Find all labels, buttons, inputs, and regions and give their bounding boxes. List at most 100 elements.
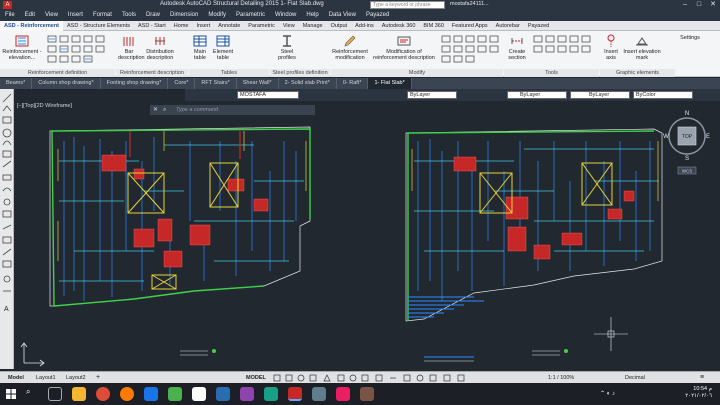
command-input[interactable]: Type a command [176,105,313,115]
close-button[interactable]: ✕ [706,0,720,10]
menu-item[interactable]: Dimension [165,10,203,21]
ribbon-tab[interactable]: ASD - Start [134,21,170,31]
drawing-canvas[interactable]: TOP N S W E WCS [14,101,720,371]
ribbon-tab[interactable]: Parametric [244,21,279,31]
file-tab[interactable]: Core* [168,78,196,89]
reinforcement-elevation-button[interactable]: Reinforcement - elevation... [2,34,42,61]
firefox-icon[interactable] [120,387,134,401]
menu-item[interactable]: Tools [117,10,141,21]
menu-item[interactable]: View [40,10,63,21]
viewcube-east[interactable]: E [706,134,710,140]
drafting-toggle-icons[interactable] [272,374,552,382]
settings-button[interactable]: Settings [676,35,704,41]
file-tab[interactable]: Column shop drawing* [32,78,101,89]
draw-tool-icons[interactable]: A [0,89,14,369]
ribbon-tab[interactable]: ASD - Structure Elements [63,21,134,31]
ribbon-group-label: Graphic elements [600,69,675,77]
reinforcement-modification-button[interactable]: Reinforcement modification [330,34,370,61]
file-tab[interactable]: 0- Raft* [337,78,369,89]
file-tab[interactable]: 2- Solid slab Print* [279,78,337,89]
section-icon [511,38,523,44]
app-logo-icon[interactable]: A [3,1,12,9]
app-icon[interactable] [192,387,206,401]
menu-item[interactable]: File [0,10,20,21]
tools-icons[interactable] [532,34,596,64]
close-icon[interactable]: ✕ [153,105,158,115]
search-icon[interactable]: ⌕ [26,387,30,397]
file-tab[interactable]: Beams* [0,78,33,89]
viewcube-top[interactable]: TOP [682,134,693,140]
file-tab-active[interactable]: 1- Flat Slab* [368,78,412,89]
insert-axis-button[interactable]: Insert axis [600,34,622,61]
element-table-button[interactable]: Element table [211,34,235,61]
ribbon-tab[interactable]: Payazed [524,21,553,31]
ribbon-tab[interactable]: Featured Apps [448,21,492,31]
lineweight-dropdown[interactable]: ByLayer [570,91,630,99]
app-icon[interactable] [360,387,374,401]
search-input[interactable]: Type a keyword or phrase [370,1,445,9]
clock[interactable]: 10:54 م ٢٠٢١/٠٢/٠٦ [685,386,712,400]
user-account[interactable]: mostafa24111... [450,1,489,7]
task-view-icon[interactable] [48,387,62,401]
app-icon[interactable] [144,387,158,401]
pencil-icon [344,35,356,47]
file-explorer-icon[interactable] [72,387,86,401]
button-label: Modification of reinforcement descriptio… [373,49,435,61]
reinforcement-tool-icons[interactable] [46,34,114,64]
ribbon-tab[interactable]: BIM 360 [419,21,447,31]
app-icon[interactable] [240,387,254,401]
ribbon-tab[interactable]: Autorebar [492,21,524,31]
bar-description-button[interactable]: Bar description [118,34,145,61]
viewport-controls[interactable]: [–][Top][2D Wireframe] [17,103,72,109]
app-icon[interactable] [168,387,182,401]
distribution-description-button[interactable]: Distribution description [143,34,177,61]
viewcube-north[interactable]: N [685,111,689,117]
plotstyle-dropdown[interactable]: ByColor [633,91,693,99]
viewcube-west[interactable]: W [663,134,669,140]
ribbon-tab[interactable]: Output [327,21,352,31]
ribbon-tab[interactable]: Home [170,21,193,31]
search-icon[interactable]: ⌕ [163,105,166,115]
windows-start-icon[interactable] [6,389,16,399]
ribbon-tab[interactable]: Annotate [214,21,244,31]
file-tab[interactable]: Footing shop drawing* [101,78,169,89]
ribbon-tab[interactable]: Add-ins [351,21,378,31]
app-icon[interactable] [336,387,350,401]
menu-item[interactable]: Draw [141,10,165,21]
steel-profiles-button[interactable]: Steel profiles [275,34,299,61]
menu-item[interactable]: Data View [324,10,361,21]
app-icon[interactable] [216,387,230,401]
menu-item[interactable]: Modify [203,10,231,21]
maximize-button[interactable]: □ [692,0,706,10]
menu-item[interactable]: Payazed [361,10,394,21]
autocad-taskbar-icon[interactable] [288,387,302,401]
tray-icons[interactable]: ⌃ ◐ ♪ [600,390,615,397]
insert-elevation-mark-button[interactable]: Insert elevation mark [622,34,662,61]
ribbon-tab-asd-reinforcement[interactable]: ASD - Reinforcement [0,21,64,31]
viewcube-south[interactable]: S [685,156,689,162]
main-table-button[interactable]: Main table [189,34,211,61]
menu-item[interactable]: Window [270,10,301,21]
modification-reinforcement-description-button[interactable]: Modification of reinforcement descriptio… [372,34,436,61]
app-icon[interactable] [264,387,278,401]
ribbon-tab[interactable]: Manage [299,21,327,31]
menu-item[interactable]: Parametric [231,10,270,21]
chrome-icon[interactable] [96,387,110,401]
color-dropdown[interactable]: ByLayer [407,91,457,99]
ribbon-tab[interactable]: View [279,21,299,31]
file-tab[interactable]: RFT Stairs* [195,78,237,89]
menu-item[interactable]: Help [301,10,323,21]
file-tab[interactable]: Shear Wall* [237,78,279,89]
menu-item[interactable]: Insert [63,10,88,21]
ribbon-tab[interactable]: Autodesk 360 [378,21,420,31]
linetype-dropdown[interactable]: ByLayer [507,91,567,99]
app-icon[interactable] [312,387,326,401]
modify-tool-icons[interactable] [440,34,504,64]
layer-dropdown[interactable]: MOSTAFA [237,91,299,99]
minimize-button[interactable]: – [678,0,692,10]
wcs-menu[interactable]: WCS [682,169,693,174]
menu-item[interactable]: Edit [20,10,40,21]
ribbon-tab[interactable]: Insert [192,21,214,31]
create-section-button[interactable]: Create section [504,34,530,61]
menu-item[interactable]: Format [88,10,117,21]
